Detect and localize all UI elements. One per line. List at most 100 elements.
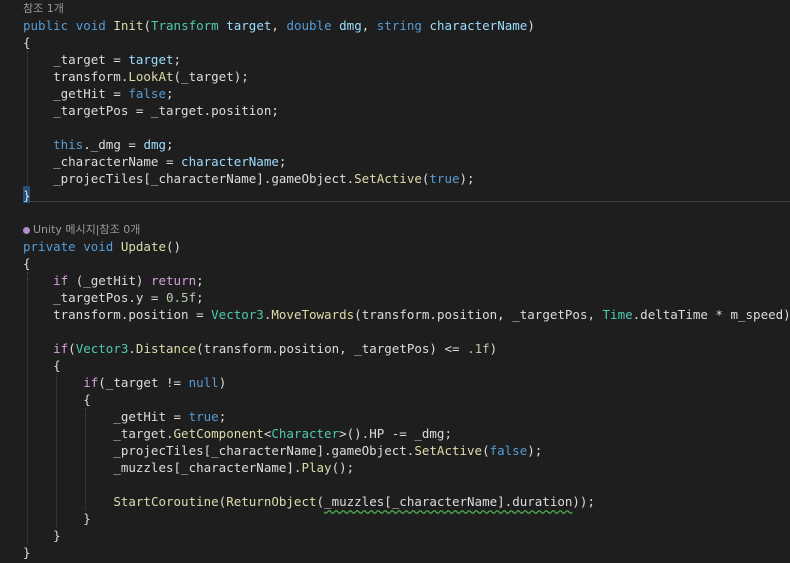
line-content: } (23, 527, 61, 544)
code-token: ; (196, 290, 204, 305)
code-token: (_target); (173, 69, 249, 84)
code-token: ; (173, 52, 182, 67)
code-line: { (0, 255, 790, 272)
code-token: StartCoroutine (113, 494, 219, 509)
code-token: void (75, 18, 106, 33)
code-token: ) (218, 375, 227, 390)
code-line: } (0, 187, 790, 204)
code-token: dmg (143, 137, 167, 152)
code-token: _targetPos = _target.position; (23, 103, 279, 118)
code-token: ; (166, 137, 174, 152)
line-content: if(Vector3.Distance(transform.position, … (23, 340, 497, 357)
code-token: (_target != (98, 375, 189, 390)
code-token: string (376, 18, 422, 33)
code-line: StartCoroutine(ReturnObject(_muzzles[_ch… (0, 493, 790, 510)
code-token: MoveTowards (271, 307, 355, 322)
code-line: _characterName = characterName; (0, 153, 790, 170)
code-token: return (150, 273, 197, 288)
code-line: _projecTiles[_characterName].gameObject.… (0, 442, 790, 459)
line-content: _projecTiles[_characterName].gameObject.… (23, 170, 475, 187)
code-token: target (128, 52, 174, 67)
line-content: { (23, 255, 31, 272)
code-line: _target.GetComponent<Character>().HP -= … (0, 425, 790, 442)
code-token: { (23, 358, 61, 373)
code-token: Init (113, 18, 144, 33)
code-token: true (429, 171, 460, 186)
line-content: transform.LookAt(_target); (23, 68, 249, 85)
code-token: } (23, 545, 31, 560)
code-line: _muzzles[_characterName].Play(); (0, 459, 790, 476)
code-token: Update (120, 239, 167, 254)
code-token: _getHit = (23, 86, 129, 101)
code-line: _getHit = true; (0, 408, 790, 425)
line-content: } (23, 544, 31, 561)
code-token: (transform.position, _targetPos, (354, 307, 603, 322)
codelens-line[interactable]: Unity 메시지|참조 0개 (0, 221, 790, 238)
line-content: StartCoroutine(ReturnObject(_muzzles[_ch… (23, 493, 595, 510)
line-content: _targetPos = _target.position; (23, 102, 279, 119)
code-token: Vector3 (75, 341, 129, 356)
code-line: _getHit = false; (0, 85, 790, 102)
code-token: if (53, 341, 69, 356)
code-token: dmg (339, 18, 362, 33)
code-token: SetActive (354, 171, 422, 186)
code-token: GetComponent (173, 426, 264, 441)
code-token: (transform.position, _targetPos) <= (196, 341, 468, 356)
line-content: this._dmg = dmg; (23, 136, 174, 153)
code-token: Vector3 (211, 307, 264, 322)
code-editor[interactable]: 참조 1개 public void Init(Transform target, … (0, 0, 790, 563)
code-token: false (489, 443, 528, 458)
code-token: ReturnObject (226, 494, 317, 509)
code-token: target (226, 18, 272, 33)
code-token: _getHit = (23, 409, 189, 424)
codelens-line[interactable]: 참조 1개 (0, 0, 790, 17)
code-token: Time (602, 307, 633, 322)
code-token: _target. (23, 426, 174, 441)
line-content: _target.GetComponent<Character>().HP -= … (23, 425, 452, 442)
code-token: true (188, 409, 219, 424)
code-token: _muzzles[_characterName].duration (324, 494, 573, 509)
code-token: transform.position = (23, 307, 212, 322)
line-content: _characterName = characterName; (23, 153, 286, 170)
line-content: _targetPos.y = 0.5f; (23, 289, 204, 306)
code-token: ( (482, 443, 490, 458)
code-line: { (0, 391, 790, 408)
line-content: { (23, 357, 61, 374)
code-token: characterName (181, 154, 279, 169)
code-token: ; (196, 273, 204, 288)
code-line: if(Vector3.Distance(transform.position, … (0, 340, 790, 357)
code-token: this (53, 137, 84, 152)
code-token: ; (218, 409, 227, 424)
code-token: , (361, 18, 377, 33)
code-token: ) (489, 341, 498, 356)
code-token: () (166, 239, 182, 254)
code-line: } (0, 544, 790, 561)
code-line: } (0, 527, 790, 544)
line-content: } (23, 510, 91, 527)
line-content: _getHit = false; (23, 85, 173, 102)
code-token: ; (278, 154, 287, 169)
code-token: Unity 메시지|참조 0개 (33, 223, 141, 236)
code-token: Distance (135, 341, 197, 356)
line-content: private void Update() (23, 238, 181, 255)
code-token: .deltaTime * m_speed); (632, 307, 790, 322)
code-token: _muzzles[_characterName]. (23, 460, 302, 475)
code-token: _targetPos.y = (23, 290, 166, 305)
line-content: _target = target; (23, 51, 181, 68)
code-token: , (271, 18, 287, 33)
line-content: Unity 메시지|참조 0개 (23, 221, 140, 238)
code-token: ); (459, 171, 475, 186)
code-token: double (286, 18, 332, 33)
line-content: _muzzles[_characterName].Play(); (23, 459, 354, 476)
code-token: _target = (23, 52, 129, 67)
